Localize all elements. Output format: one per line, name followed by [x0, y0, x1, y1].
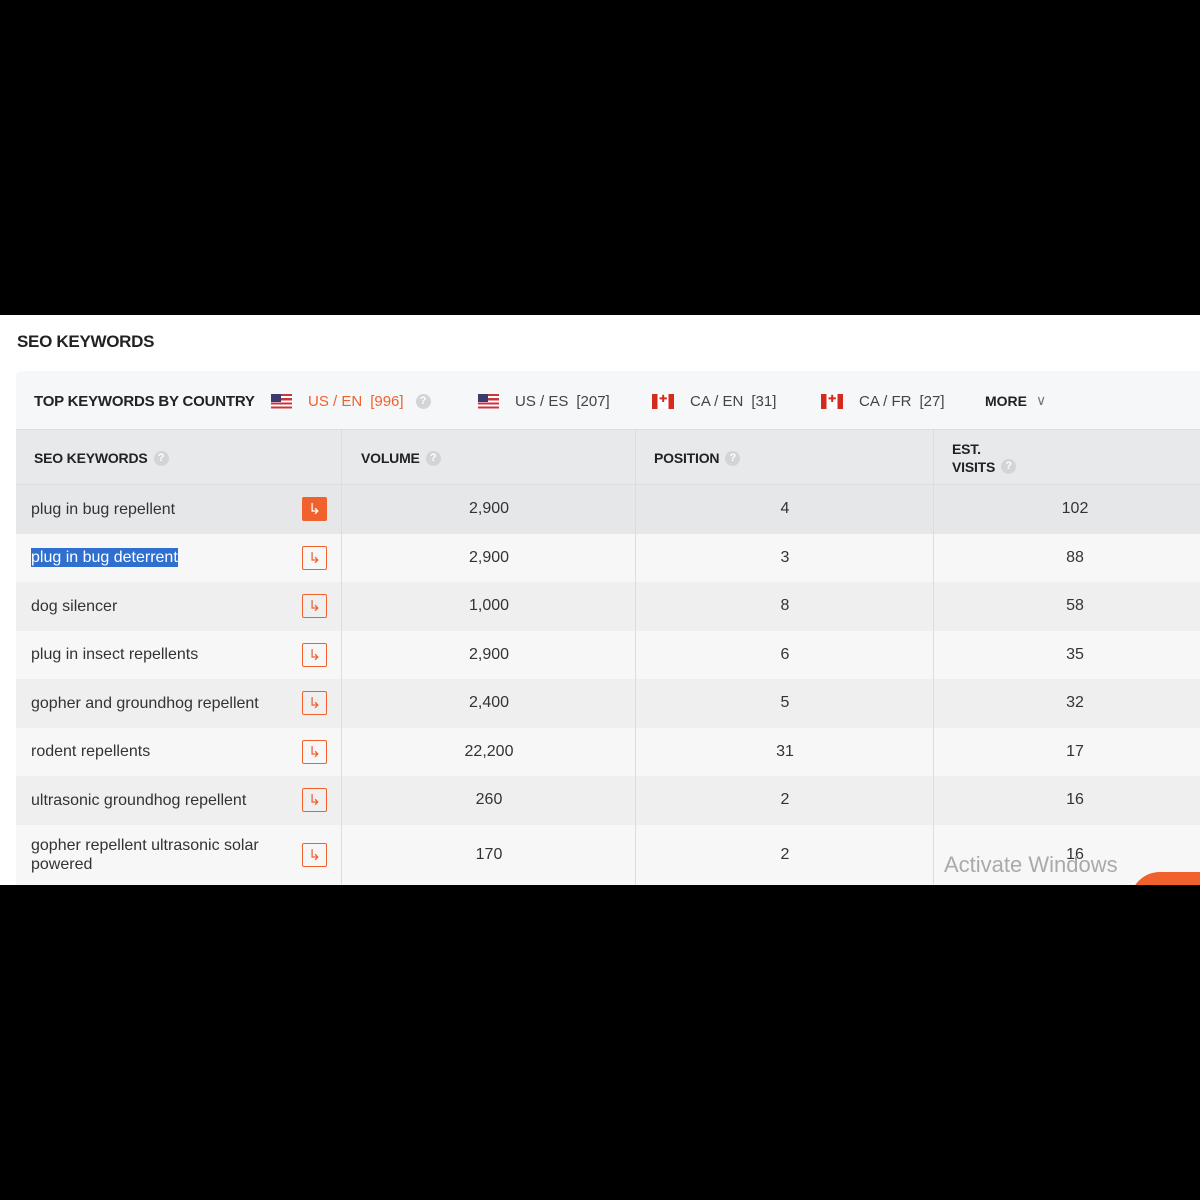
- tab-us-en[interactable]: US / EN [996] ?: [271, 391, 431, 411]
- us-flag-icon: [478, 393, 499, 409]
- table-row: plug in insect repellents ↳ 2,900 6 35: [16, 630, 1200, 680]
- open-keyword-arrow-icon[interactable]: ↳: [302, 739, 327, 764]
- column-divider: [933, 429, 934, 885]
- column-divider: [341, 429, 342, 885]
- canada-flag-icon: [652, 393, 674, 409]
- volume-cell: 260: [475, 791, 503, 809]
- help-icon[interactable]: ?: [725, 450, 741, 466]
- header-position[interactable]: POSITION ?: [654, 430, 741, 486]
- canada-flag-icon: [821, 393, 843, 409]
- tab-us-es[interactable]: US / ES [207]: [478, 391, 610, 411]
- keyword-cell[interactable]: ultrasonic groundhog repellent: [31, 776, 286, 825]
- table-row: plug in bug repellent ↳ 2,900 4 102: [16, 485, 1200, 534]
- position-cell: 2: [780, 845, 790, 863]
- visits-cell: 88: [1066, 548, 1084, 566]
- visits-cell: 17: [1066, 742, 1084, 760]
- open-keyword-arrow-icon[interactable]: ↳: [302, 842, 327, 867]
- chevron-down-icon: ∨: [1036, 392, 1047, 408]
- header-visits-label: EST. VISITS: [952, 440, 995, 476]
- open-keyword-arrow-icon[interactable]: ↳: [302, 642, 327, 667]
- help-icon[interactable]: ?: [153, 450, 169, 466]
- keywords-table: SEO KEYWORDS ? VOLUME ? POSITION ? EST. …: [16, 429, 1200, 885]
- section-title: SEO KEYWORDS: [17, 332, 155, 351]
- position-cell: 2: [780, 791, 790, 809]
- open-keyword-arrow-icon[interactable]: ↳: [302, 497, 327, 522]
- volume-cell: 2,900: [468, 548, 510, 566]
- help-icon[interactable]: ?: [415, 393, 431, 409]
- tab-ca-en[interactable]: CA / EN [31]: [652, 391, 776, 411]
- header-keyword-label: SEO KEYWORDS: [34, 450, 148, 466]
- table-row: ultrasonic groundhog repellent ↳ 260 2 1…: [16, 776, 1200, 825]
- table-header: SEO KEYWORDS ? VOLUME ? POSITION ? EST. …: [16, 429, 1200, 485]
- activate-windows-watermark: Activate Windows: [944, 852, 1118, 877]
- position-cell: 4: [780, 500, 790, 518]
- header-visits-line1: EST.: [952, 441, 981, 457]
- us-flag-icon: [271, 393, 292, 409]
- table-row: rodent repellents ↳ 22,200 31 17: [16, 727, 1200, 777]
- position-cell: 5: [780, 694, 790, 712]
- table-row: gopher and groundhog repellent ↳ 2,400 5…: [16, 679, 1200, 728]
- open-keyword-arrow-icon[interactable]: ↳: [302, 594, 327, 619]
- table-row: dog silencer ↳ 1,000 8 58: [16, 582, 1200, 631]
- country-bar-label: TOP KEYWORDS BY COUNTRY: [34, 393, 255, 410]
- visits-cell: 16: [1066, 791, 1084, 809]
- keyword-cell[interactable]: plug in bug deterrent: [31, 534, 286, 583]
- keyword-cell[interactable]: plug in bug repellent: [31, 485, 286, 534]
- column-divider: [635, 429, 636, 885]
- more-countries-button[interactable]: MORE ∨: [985, 392, 1046, 409]
- tab-name: US / EN: [308, 392, 363, 410]
- header-position-label: POSITION: [654, 450, 720, 466]
- position-cell: 6: [780, 645, 790, 663]
- tab-count: [207]: [576, 392, 610, 410]
- tab-count: [31]: [751, 392, 777, 410]
- keyword-cell[interactable]: gopher repellent ultrasonic solar powere…: [31, 825, 286, 885]
- keyword-cell[interactable]: gopher and groundhog repellent: [31, 679, 286, 728]
- visits-cell: 102: [1061, 500, 1089, 518]
- country-bar: TOP KEYWORDS BY COUNTRY US / EN [996] ? …: [16, 371, 1200, 429]
- header-est-visits[interactable]: EST. VISITS ?: [952, 430, 1017, 486]
- tab-count: [996]: [370, 392, 404, 410]
- open-keyword-arrow-icon[interactable]: ↳: [302, 691, 327, 716]
- volume-cell: 1,000: [468, 597, 510, 615]
- header-keyword[interactable]: SEO KEYWORDS ?: [34, 430, 169, 486]
- more-label: MORE: [985, 392, 1027, 409]
- header-volume[interactable]: VOLUME ?: [361, 430, 441, 486]
- header-visits-line2: VISITS: [952, 459, 996, 475]
- visits-cell: 35: [1066, 645, 1084, 663]
- header-volume-label: VOLUME: [361, 450, 420, 466]
- tab-name: CA / EN: [690, 392, 744, 410]
- table-row: plug in bug deterrent ↳ 2,900 3 88: [16, 533, 1200, 583]
- keyword-cell[interactable]: plug in insect repellents: [31, 631, 286, 680]
- volume-cell: 2,400: [468, 694, 510, 712]
- open-keyword-arrow-icon[interactable]: ↳: [302, 788, 327, 813]
- keywords-card: TOP KEYWORDS BY COUNTRY US / EN [996] ? …: [16, 371, 1200, 885]
- tab-name: CA / FR: [859, 392, 912, 410]
- tab-name: US / ES: [515, 392, 569, 410]
- volume-cell: 22,200: [464, 742, 514, 760]
- seo-keywords-panel: SEO KEYWORDS TOP KEYWORDS BY COUNTRY US …: [0, 315, 1200, 885]
- volume-cell: 2,900: [468, 500, 510, 518]
- help-icon[interactable]: ?: [425, 450, 441, 466]
- position-cell: 31: [776, 742, 794, 760]
- tab-count: [27]: [919, 392, 945, 410]
- keyword-cell[interactable]: rodent repellents: [31, 728, 286, 777]
- visits-cell: 32: [1066, 694, 1084, 712]
- selected-keyword-text: plug in bug deterrent: [31, 548, 178, 568]
- help-icon[interactable]: ?: [1001, 458, 1017, 474]
- keyword-cell[interactable]: dog silencer: [31, 582, 286, 631]
- volume-cell: 170: [475, 845, 503, 863]
- open-keyword-arrow-icon[interactable]: ↳: [302, 545, 327, 570]
- visits-cell: 58: [1066, 597, 1084, 615]
- tab-ca-fr[interactable]: CA / FR [27]: [821, 391, 945, 411]
- position-cell: 3: [780, 548, 790, 566]
- position-cell: 8: [780, 597, 790, 615]
- volume-cell: 2,900: [468, 645, 510, 663]
